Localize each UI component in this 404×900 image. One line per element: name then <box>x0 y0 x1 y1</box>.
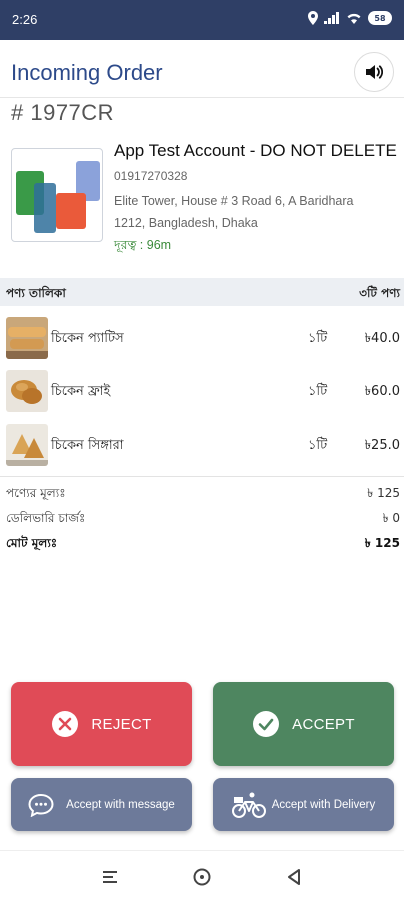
total-row: মোট মূল্যঃ ৳ 125 <box>0 533 404 553</box>
reject-button[interactable]: REJECT <box>11 682 192 766</box>
customer-name: App Test Account - DO NOT DELETE <box>114 141 397 160</box>
total-value: ৳ 125 <box>364 536 400 550</box>
status-icons: 58 <box>308 11 392 25</box>
subtotal-label: পণ্যের মূল্যঃ <box>6 486 66 500</box>
nav-home-button[interactable] <box>190 865 214 889</box>
item-thumbnail <box>6 370 48 412</box>
list-item: চিকেন ফ্রাই ১টি ৳60.0 <box>0 366 404 416</box>
status-time: 2:26 <box>12 12 38 27</box>
total-label: মোট মূল্যঃ <box>6 536 58 550</box>
item-name: চিকেন প্যাটিস <box>51 331 124 346</box>
items-divider <box>0 476 404 477</box>
subtotal-value: ৳ 125 <box>367 486 400 500</box>
accept-with-message-label: Accept with message <box>66 798 175 811</box>
speaker-icon <box>366 65 383 79</box>
item-quantity: ১টি <box>308 331 328 346</box>
customer-phone: 01917270328 <box>114 169 188 183</box>
triangle-back-icon <box>288 869 300 885</box>
bicycle-icon <box>231 791 266 819</box>
nav-back-button[interactable] <box>282 865 306 889</box>
close-circle-icon <box>51 710 79 738</box>
item-thumbnail <box>6 424 48 466</box>
items-header-label: পণ্য তালিকা <box>6 286 66 300</box>
delivery-charge-value: ৳ 0 <box>382 511 400 525</box>
list-item: চিকেন প্যাটিস ১টি ৳40.0 <box>0 313 404 363</box>
item-thumbnail <box>6 317 48 359</box>
app-logo-icon <box>16 161 100 233</box>
accept-with-message-button[interactable]: Accept with message <box>11 778 192 831</box>
accept-with-delivery-label: Accept with Delivery <box>271 798 376 811</box>
accept-button[interactable]: ACCEPT <box>213 682 394 766</box>
reject-label: REJECT <box>91 715 152 733</box>
accept-label: ACCEPT <box>292 715 355 733</box>
wifi-icon <box>347 13 361 24</box>
items-count: ৩টি পণ্য <box>359 286 400 300</box>
check-circle-icon <box>252 710 280 738</box>
item-name: চিকেন সিঙ্গারা <box>51 438 124 453</box>
item-price: ৳40.0 <box>364 331 400 346</box>
address-line-2: 1212, Bangladesh, Dhaka <box>114 216 258 230</box>
item-quantity: ১টি <box>308 384 328 399</box>
signal-icon <box>324 12 339 24</box>
subtotal-row: পণ্যের মূল্যঃ ৳ 125 <box>0 483 404 503</box>
item-price: ৳60.0 <box>364 384 400 399</box>
system-nav-bar <box>0 850 404 900</box>
item-name: চিকেন ফ্রাই <box>51 384 111 399</box>
customer-logo <box>11 148 103 242</box>
customer-distance: দূরত্ব : 96m <box>114 238 172 252</box>
sound-toggle-button[interactable] <box>354 52 394 92</box>
app-header: Incoming Order <box>0 40 404 98</box>
order-id: # 1977CR <box>11 100 115 125</box>
customer-address: Elite Tower, House # 3 Road 6, A Baridha… <box>114 190 404 234</box>
accept-with-delivery-button[interactable]: Accept with Delivery <box>213 778 394 831</box>
page-title: Incoming Order <box>11 60 163 85</box>
delivery-charge-label: ডেলিভারি চার্জঃ <box>6 511 86 525</box>
item-quantity: ১টি <box>308 438 328 453</box>
battery-indicator: 58 <box>368 11 392 25</box>
delivery-charge-row: ডেলিভারি চার্জঃ ৳ 0 <box>0 508 404 528</box>
item-price: ৳25.0 <box>364 438 400 453</box>
chat-bubble-icon <box>28 793 54 817</box>
address-line-1: Elite Tower, House # 3 Road 6, A Baridha… <box>114 194 354 208</box>
nav-recent-apps-button[interactable] <box>98 865 122 889</box>
circle-icon <box>193 868 211 886</box>
menu-lines-icon <box>103 871 117 883</box>
location-icon <box>308 11 318 25</box>
status-bar: 2:26 58 <box>0 0 404 40</box>
list-item: চিকেন সিঙ্গারা ১টি ৳25.0 <box>0 420 404 470</box>
items-header: পণ্য তালিকা ৩টি পণ্য <box>0 278 404 306</box>
